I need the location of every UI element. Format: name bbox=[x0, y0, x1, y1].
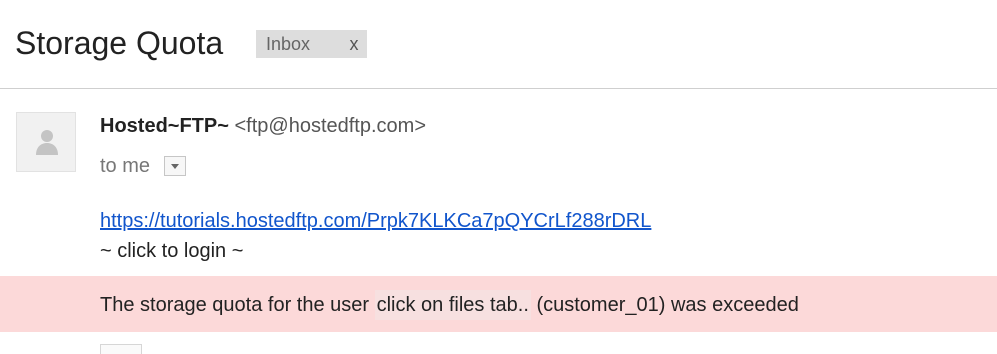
login-link[interactable]: https://tutorials.hostedftp.com/Prpk7KLK… bbox=[100, 208, 651, 234]
email-subject: Storage Quota bbox=[15, 25, 224, 61]
inbox-label-text: Inbox bbox=[266, 33, 311, 54]
remove-label-button[interactable]: x bbox=[341, 34, 367, 55]
subject-bar: Storage Quota Inbox x bbox=[0, 0, 997, 89]
person-icon bbox=[36, 130, 58, 155]
recipient-text: to me bbox=[100, 155, 151, 177]
alert-highlighted-text: click on files tab.. bbox=[374, 290, 531, 320]
alert-text-start: The storage quota for the user bbox=[100, 294, 375, 316]
sender-avatar[interactable] bbox=[16, 112, 76, 172]
trailing-element-stub bbox=[100, 344, 142, 354]
recipient-line: to me bbox=[100, 153, 187, 179]
sender-line: Hosted~FTP~ <ftp@hostedftp.com> bbox=[100, 113, 426, 139]
alert-text-end: (customer_01) was exceeded bbox=[530, 294, 799, 316]
sender-name[interactable]: Hosted~FTP~ bbox=[100, 115, 229, 137]
show-details-button[interactable] bbox=[164, 156, 187, 176]
inbox-label-chip[interactable]: Inbox x bbox=[256, 30, 367, 58]
sender-email: <ftp@hostedftp.com> bbox=[234, 115, 427, 137]
login-note: ~ click to login ~ bbox=[100, 240, 244, 262]
quota-alert-text: The storage quota for the user click on … bbox=[100, 290, 799, 320]
